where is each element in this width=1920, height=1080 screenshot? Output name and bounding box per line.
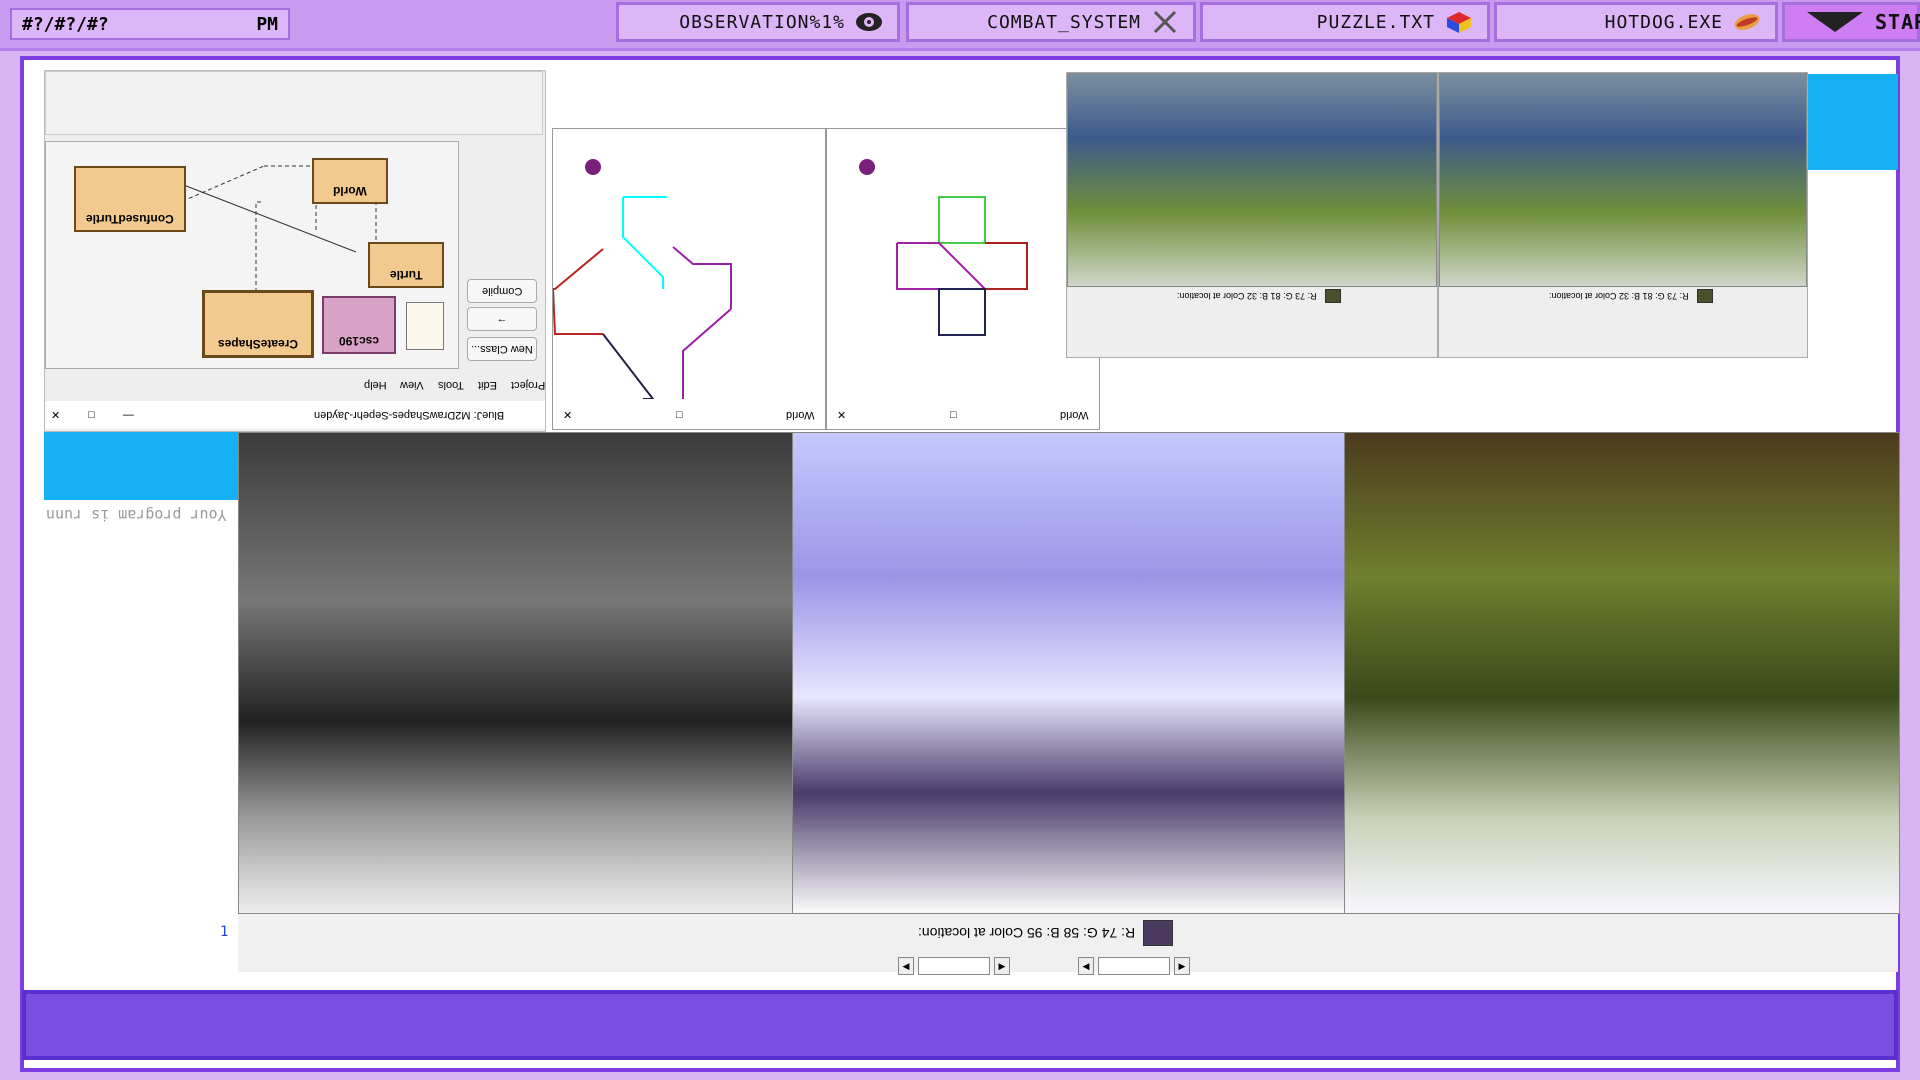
- color-readout-text: R: 74 G: 58 B: 95 Color at location:: [918, 925, 1136, 941]
- start-triangle-icon: [1807, 12, 1863, 32]
- class-turtle[interactable]: Turtle: [368, 242, 444, 288]
- taskbar-app-observation[interactable]: OBSERVATION%1%: [616, 2, 900, 42]
- system-clock: #?/#?/#? PM: [10, 8, 290, 40]
- image-grayscale: [238, 432, 794, 914]
- clock-date: #?/#?/#?: [22, 13, 109, 35]
- class-confusedturtle[interactable]: ConfusedTurtle: [74, 166, 186, 232]
- maximize-icon[interactable]: □: [88, 409, 95, 421]
- app-label: OBSERVATION%1%: [679, 11, 845, 33]
- shape-cross-1: [553, 196, 732, 399]
- minimize-icon[interactable]: —: [123, 409, 134, 421]
- world-titlebar: ✕ □ World: [553, 401, 825, 429]
- bluej-menubar: Help View Tools Edit Project: [345, 373, 555, 391]
- arrow-button[interactable]: ←: [467, 307, 537, 331]
- menu-edit[interactable]: Edit: [478, 373, 497, 391]
- world-window-1: ✕ □ World: [552, 128, 826, 430]
- cyan-panel-right: [1808, 74, 1898, 170]
- color-swatch: [1696, 289, 1713, 303]
- shape-cross-2: [896, 196, 1028, 336]
- swords-icon: [1151, 10, 1179, 34]
- new-class-button[interactable]: New Class...: [467, 337, 537, 361]
- compile-button[interactable]: Compile: [467, 279, 537, 303]
- color-swatch: [1324, 289, 1341, 303]
- taskbar-app-puzzle[interactable]: PUZZLE.TXT: [1200, 2, 1490, 42]
- robot-image-2: [1439, 73, 1807, 287]
- maximize-icon[interactable]: □: [676, 409, 683, 421]
- stepper-prev-icon[interactable]: ◀: [1078, 957, 1094, 975]
- mini-explorer-2: R: 73 G: 81 B: 32 Color at location:: [1438, 72, 1808, 358]
- readme-icon[interactable]: [406, 302, 444, 350]
- bluej-titlebar: ✕ □ — BlueJ: M2DrawShapes-Sepehr-Jayden: [45, 401, 545, 429]
- package-csc190[interactable]: csc190: [322, 296, 396, 354]
- y-field[interactable]: [918, 957, 990, 975]
- bottom-bar: [22, 990, 1898, 1060]
- maximize-icon[interactable]: □: [950, 409, 957, 421]
- close-icon[interactable]: ✕: [563, 409, 572, 422]
- taskbar: #?/#?/#? PM OBSERVATION%1% COMBAT_SYSTEM…: [0, 0, 1920, 51]
- x-field[interactable]: [1098, 957, 1170, 975]
- menu-tools[interactable]: Tools: [438, 373, 464, 391]
- terminal-panel: Your program is runn 1: [44, 500, 239, 944]
- color-swatch: [1143, 920, 1174, 946]
- menu-project[interactable]: Project: [511, 373, 545, 391]
- arrow-left-icon: ←: [496, 313, 508, 325]
- mini-color-readout-1: R: 73 G: 81 B: 32 Color at location:: [1177, 289, 1341, 303]
- x-stepper[interactable]: ◀ ▶: [1078, 956, 1190, 976]
- start-button[interactable]: START: [1782, 2, 1920, 42]
- color-readout: R: 74 G: 58 B: 95 Color at location:: [918, 920, 1174, 946]
- cube-icon: [1445, 10, 1473, 34]
- app-label: PUZZLE.TXT: [1316, 11, 1435, 33]
- eye-icon: [855, 10, 883, 34]
- menu-help[interactable]: Help: [364, 373, 387, 391]
- stepper-next-icon[interactable]: ▶: [994, 957, 1010, 975]
- y-stepper[interactable]: ◀ ▶: [898, 956, 1010, 976]
- terminal-corner: 1: [220, 924, 229, 940]
- hotdog-icon: [1733, 10, 1761, 34]
- image-color: [1344, 432, 1900, 914]
- app-label: HOTDOG.EXE: [1604, 11, 1723, 33]
- cyan-panel-left: [44, 432, 238, 500]
- picture-explorer: R: 74 G: 58 B: 95 Color at location: ◀ ▶…: [238, 432, 1900, 975]
- bluej-window: ConfusedTurtle World Turtle CreateShapes…: [44, 70, 546, 432]
- mini-color-readout-2: R: 73 G: 81 B: 32 Color at location:: [1549, 289, 1713, 303]
- bluej-title: BlueJ: M2DrawShapes-Sepehr-Jayden: [313, 409, 505, 421]
- close-icon[interactable]: ✕: [51, 409, 60, 422]
- mini-explorer-1: R: 73 G: 81 B: 32 Color at location:: [1066, 72, 1438, 358]
- class-diagram: ConfusedTurtle World Turtle CreateShapes…: [45, 141, 459, 369]
- app-label: COMBAT_SYSTEM: [987, 11, 1141, 33]
- world-titlebar: ✕ □ World: [827, 401, 1099, 429]
- world-title: World: [786, 409, 815, 421]
- stepper-prev-icon[interactable]: ◀: [898, 957, 914, 975]
- class-world[interactable]: World: [312, 158, 388, 204]
- world-title: World: [1060, 409, 1089, 421]
- bluej-toolbar: [45, 71, 543, 135]
- terminal-line: Your program is runn: [46, 506, 227, 524]
- clock-time: PM: [256, 13, 278, 35]
- start-label: START: [1875, 10, 1920, 34]
- class-createshapes[interactable]: CreateShapes: [202, 290, 314, 358]
- taskbar-app-combat[interactable]: COMBAT_SYSTEM: [906, 2, 1196, 42]
- taskbar-app-hotdog[interactable]: HOTDOG.EXE: [1494, 2, 1778, 42]
- world-window-2: ✕ □ World: [826, 128, 1100, 430]
- robot-image-1: [1067, 73, 1437, 287]
- stepper-next-icon[interactable]: ▶: [1174, 957, 1190, 975]
- close-icon[interactable]: ✕: [837, 409, 846, 422]
- image-negative: [792, 432, 1346, 914]
- menu-view[interactable]: View: [400, 373, 424, 391]
